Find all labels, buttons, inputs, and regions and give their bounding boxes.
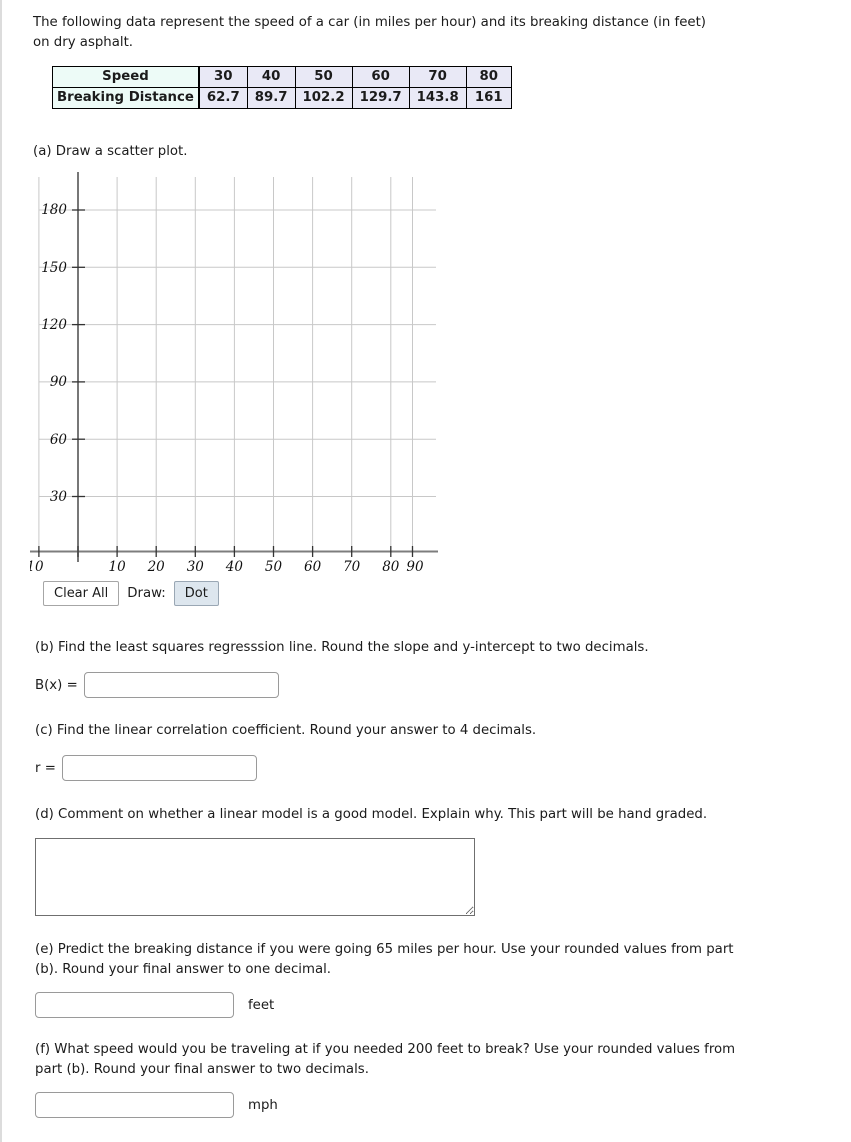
y-tick-label-30: 30: [50, 489, 68, 505]
bx-input[interactable]: [83, 672, 279, 698]
exercise-page: The following data represent the speed o…: [0, 0, 851, 1142]
predicted-distance-input[interactable]: [35, 992, 234, 1018]
x-tick-label-30: 30: [187, 559, 205, 575]
part-b-prompt: (b) Find the least squares regresssion l…: [35, 640, 649, 655]
x-tick-label-80: 80: [382, 559, 400, 575]
y-tick-label-90: 90: [50, 374, 68, 390]
cell-speed-6: 80: [465, 66, 512, 88]
y-tick-label-180: 180: [41, 202, 67, 218]
cell-distance-4: 129.7: [351, 87, 410, 109]
cell-speed-4: 60: [351, 66, 410, 88]
part-d-answer-row: [35, 838, 475, 920]
y-tick-label-120: 120: [41, 317, 67, 333]
table-row: Speed 30 40 50 60 70 80: [51, 66, 512, 88]
part-a-prompt: (a) Draw a scatter plot.: [33, 144, 188, 159]
part-e-prompt: (e) Predict the breaking distance if you…: [35, 942, 734, 977]
draw-mode-label: Draw:: [127, 586, 166, 601]
x-tick-label-60: 60: [304, 559, 322, 575]
scatter-plot-svg[interactable]: 30 60 90 120 150 180 10 10 20 30 40 50 6…: [30, 172, 446, 584]
x-axis-tick-labels: 10 10 20 30 40 50 60 70 80 90: [30, 559, 424, 575]
table-row: Breaking Distance 62.7 89.7 102.2 129.7 …: [51, 87, 512, 109]
unit-feet: feet: [248, 997, 275, 1013]
y-tick-label-60: 60: [50, 432, 68, 448]
cell-speed-5: 70: [408, 66, 467, 88]
r-label: r =: [35, 760, 56, 776]
cell-speed-1: 30: [198, 66, 248, 88]
part-c-answer-row: r =: [35, 755, 257, 781]
data-table-container: Speed 30 40 50 60 70 80 Breaking Distanc…: [51, 66, 512, 109]
x-tick-label-10: 10: [109, 559, 127, 575]
intro-text: The following data represent the speed o…: [33, 15, 706, 50]
scatter-plot-canvas[interactable]: 30 60 90 120 150 180 10 10 20 30 40 50 6…: [30, 172, 446, 584]
part-c-prompt: (c) Find the linear correlation coeffici…: [35, 723, 537, 738]
plot-toolbar: Clear All Draw: Dot: [43, 581, 219, 606]
plot-gridlines: [38, 177, 436, 551]
row-label-speed: Speed: [51, 66, 200, 88]
y-axis-tick-labels: 30 60 90 120 150 180: [41, 202, 67, 505]
cell-distance-2: 89.7: [246, 87, 296, 109]
part-d-prompt: (d) Comment on whether a linear model is…: [35, 807, 708, 822]
x-tick-label-50: 50: [265, 559, 283, 575]
part-b-answer-row: B(x) =: [35, 672, 279, 698]
x-tick-label-70: 70: [343, 559, 361, 575]
draw-dot-button[interactable]: Dot: [173, 581, 219, 606]
x-tick-label-40: 40: [225, 559, 244, 575]
predicted-speed-input[interactable]: [35, 1092, 234, 1118]
cell-distance-3: 102.2: [294, 87, 353, 109]
x-tick-label-90: 90: [406, 559, 424, 575]
part-f-answer-row: mph: [35, 1092, 278, 1118]
part-f-prompt: (f) What speed would you be traveling at…: [35, 1042, 736, 1077]
unit-mph: mph: [248, 1097, 278, 1113]
part-e-answer-row: feet: [35, 992, 274, 1018]
cell-speed-2: 40: [246, 66, 296, 88]
y-tick-label-150: 150: [41, 260, 67, 276]
speed-distance-table: Speed 30 40 50 60 70 80 Breaking Distanc…: [51, 66, 512, 109]
cell-speed-3: 50: [294, 66, 353, 88]
clear-all-button[interactable]: Clear All: [43, 581, 120, 606]
x-tick-label-20: 20: [147, 559, 166, 575]
row-label-breaking-distance: Breaking Distance: [51, 87, 200, 109]
cell-distance-1: 62.7: [198, 87, 248, 109]
r-input[interactable]: [61, 755, 257, 781]
cell-distance-6: 161: [465, 87, 512, 109]
cell-distance-5: 143.8: [408, 87, 467, 109]
x-tick-label-neg10: 10: [30, 559, 44, 575]
explanation-textarea[interactable]: [35, 838, 475, 916]
bx-label: B(x) =: [35, 677, 78, 693]
